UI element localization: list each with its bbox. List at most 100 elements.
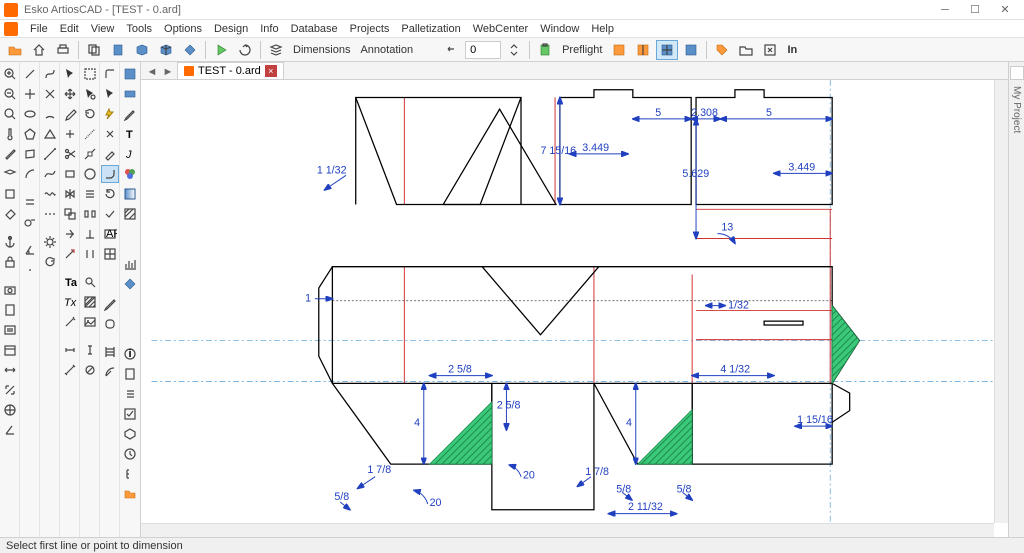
dim1-icon[interactable] bbox=[61, 341, 79, 359]
edit-icon[interactable] bbox=[121, 105, 139, 123]
tag-icon[interactable] bbox=[711, 40, 733, 60]
camera-icon[interactable] bbox=[1, 281, 19, 299]
menu-view[interactable]: View bbox=[85, 21, 121, 37]
gear-icon[interactable] bbox=[41, 233, 59, 251]
undo-dropdown-icon[interactable] bbox=[441, 40, 463, 60]
arrow-h-icon[interactable] bbox=[1, 361, 19, 379]
app-menu-icon[interactable] bbox=[4, 22, 18, 36]
x-icon[interactable] bbox=[41, 85, 59, 103]
hsplit-icon[interactable] bbox=[61, 125, 79, 143]
info-icon[interactable]: i bbox=[121, 345, 139, 363]
zoom-extents-icon[interactable] bbox=[759, 40, 781, 60]
pen-icon[interactable] bbox=[101, 295, 119, 313]
arc-icon[interactable] bbox=[21, 165, 39, 183]
color-icon[interactable] bbox=[121, 165, 139, 183]
home-icon[interactable] bbox=[28, 40, 50, 60]
zoom-out-icon[interactable] bbox=[1, 85, 19, 103]
wand-icon[interactable] bbox=[61, 313, 79, 331]
tab-close-icon[interactable]: × bbox=[265, 65, 277, 77]
grid-icon[interactable] bbox=[101, 245, 119, 263]
chart-icon[interactable] bbox=[121, 255, 139, 273]
pointer2-icon[interactable] bbox=[81, 85, 99, 103]
scale-icon[interactable] bbox=[1, 381, 19, 399]
offset-icon[interactable] bbox=[21, 193, 39, 211]
menu-design[interactable]: Design bbox=[208, 21, 254, 37]
view1-icon[interactable] bbox=[608, 40, 630, 60]
knife-icon[interactable] bbox=[101, 145, 119, 163]
arc2-icon[interactable] bbox=[41, 105, 59, 123]
ap-icon[interactable]: AP bbox=[101, 225, 119, 243]
extend-icon[interactable] bbox=[61, 245, 79, 263]
edit-point-icon[interactable] bbox=[81, 145, 99, 163]
note-icon[interactable] bbox=[1, 321, 19, 339]
copy-icon[interactable] bbox=[83, 40, 105, 60]
cal-icon[interactable] bbox=[1, 341, 19, 359]
menu-database[interactable]: Database bbox=[285, 21, 344, 37]
distribute-icon[interactable] bbox=[81, 205, 99, 223]
round-icon[interactable] bbox=[101, 315, 119, 333]
convert-icon[interactable] bbox=[179, 40, 201, 60]
line-icon[interactable] bbox=[21, 65, 39, 83]
anchor-icon[interactable] bbox=[1, 233, 19, 251]
tool-3d-icon[interactable] bbox=[131, 40, 153, 60]
target-icon[interactable] bbox=[1, 401, 19, 419]
paste-icon[interactable] bbox=[107, 40, 129, 60]
dim-v-icon[interactable] bbox=[81, 341, 99, 359]
scissors-icon[interactable] bbox=[61, 145, 79, 163]
clock-icon[interactable] bbox=[121, 445, 139, 463]
zoom-in-icon[interactable] bbox=[1, 65, 19, 83]
ellipse-icon[interactable] bbox=[21, 105, 39, 123]
rebuild-icon[interactable] bbox=[234, 40, 256, 60]
rect-icon[interactable] bbox=[61, 165, 79, 183]
scrollbar-vertical[interactable] bbox=[994, 80, 1008, 523]
move-icon[interactable] bbox=[61, 85, 79, 103]
detail-icon[interactable] bbox=[81, 273, 99, 291]
list-icon[interactable] bbox=[121, 385, 139, 403]
project-icon[interactable] bbox=[1010, 66, 1024, 80]
preflight-label[interactable]: Preflight bbox=[558, 44, 606, 56]
scrollbar-horizontal[interactable] bbox=[141, 523, 994, 537]
menu-window[interactable]: Window bbox=[534, 21, 585, 37]
bolt-icon[interactable] bbox=[101, 105, 119, 123]
apply-icon[interactable] bbox=[101, 205, 119, 223]
run-icon[interactable] bbox=[210, 40, 232, 60]
gradient-icon[interactable] bbox=[121, 185, 139, 203]
units-label[interactable]: In bbox=[783, 44, 801, 56]
close-button[interactable]: ✕ bbox=[990, 1, 1020, 19]
maximize-button[interactable]: ☐ bbox=[960, 1, 990, 19]
curve-icon[interactable] bbox=[41, 65, 59, 83]
rotate-icon[interactable] bbox=[41, 253, 59, 271]
perp-icon[interactable] bbox=[81, 225, 99, 243]
menu-help[interactable]: Help bbox=[585, 21, 620, 37]
angle-icon[interactable] bbox=[1, 421, 19, 439]
menu-info[interactable]: Info bbox=[254, 21, 284, 37]
view3-icon[interactable] bbox=[656, 40, 678, 60]
tangent-icon[interactable] bbox=[21, 213, 39, 231]
lock-icon[interactable] bbox=[1, 253, 19, 271]
image-icon[interactable] bbox=[81, 313, 99, 331]
sheet-icon[interactable] bbox=[121, 365, 139, 383]
minimize-button[interactable]: ─ bbox=[930, 1, 960, 19]
fill-icon[interactable] bbox=[1, 205, 19, 223]
tab-prev-icon[interactable]: ◄ bbox=[145, 65, 159, 79]
print-icon[interactable] bbox=[52, 40, 74, 60]
hatch2-icon[interactable] bbox=[121, 205, 139, 223]
tab-next-icon[interactable]: ► bbox=[161, 65, 175, 79]
circle-icon[interactable] bbox=[81, 165, 99, 183]
menu-edit[interactable]: Edit bbox=[54, 21, 85, 37]
menu-tools[interactable]: Tools bbox=[120, 21, 158, 37]
hex-icon[interactable] bbox=[121, 425, 139, 443]
text-icon[interactable]: Ta bbox=[61, 273, 79, 291]
project-panel-label[interactable]: My Project bbox=[1011, 86, 1022, 133]
blue2-icon[interactable] bbox=[121, 85, 139, 103]
document-tab[interactable]: TEST - 0.ard × bbox=[177, 62, 284, 79]
dim-rad-icon[interactable] bbox=[101, 363, 119, 381]
wave-icon[interactable] bbox=[41, 185, 59, 203]
pick-icon[interactable] bbox=[121, 275, 139, 293]
menu-file[interactable]: File bbox=[24, 21, 54, 37]
polygon-icon[interactable] bbox=[21, 125, 39, 143]
menu-webcenter[interactable]: WebCenter bbox=[467, 21, 534, 37]
italic-j-icon[interactable]: J bbox=[121, 145, 139, 163]
text-t-icon[interactable]: T bbox=[121, 125, 139, 143]
tree-icon[interactable] bbox=[121, 465, 139, 483]
